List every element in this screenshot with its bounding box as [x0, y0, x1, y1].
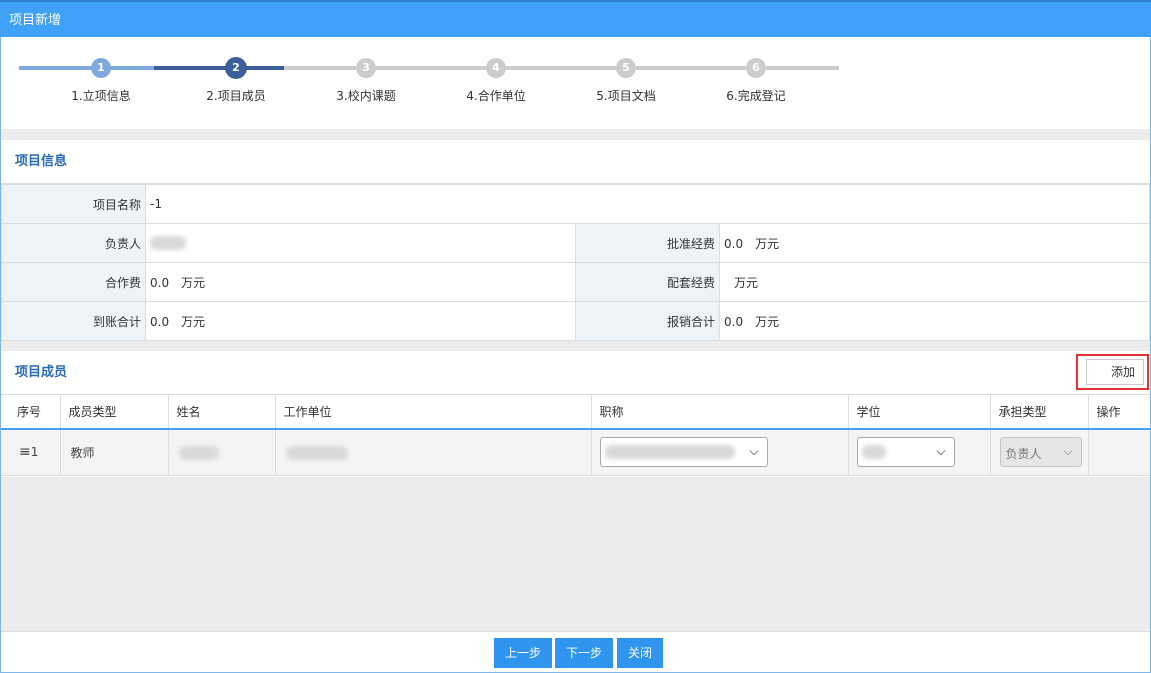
step-2-label[interactable]: 2.项目成员	[176, 87, 296, 104]
step-3-label[interactable]: 3.校内课题	[306, 87, 426, 104]
close-button[interactable]: 关闭	[617, 638, 663, 668]
stepper: 1 2 3 4 5 6 1.立项信息 2.项目成员 3.校内课题 4.合作单位 …	[1, 37, 1150, 129]
footer-bar: 上一步 下一步 关闭	[1, 631, 1150, 672]
title-select[interactable]: ⌵	[599, 437, 768, 468]
approved-funds-cell: 0.0 万元	[719, 223, 1150, 263]
coop-fee-value: 0.0	[150, 275, 170, 290]
redacted-unit	[285, 445, 348, 460]
window-title: 项目新增	[0, 0, 1151, 37]
prev-step-button[interactable]: 上一步	[494, 638, 552, 668]
reimbursed-total-value: 0.0	[724, 314, 744, 329]
reimbursed-total-cell: 0.0 万元	[719, 301, 1150, 341]
unit-label: 万元	[181, 314, 206, 329]
step-line-done	[19, 66, 154, 70]
chevron-down-icon: ⌵	[749, 444, 759, 459]
col-member-type: 成员类型	[60, 395, 169, 430]
col-role-type: 承担类型	[990, 395, 1089, 430]
col-degree: 学位	[848, 395, 991, 430]
leader-value	[145, 223, 576, 263]
row-index: 1	[30, 445, 39, 460]
col-title: 职称	[591, 395, 849, 430]
redacted-name	[178, 445, 219, 460]
project-info-panel: 项目信息 项目名称 -1 负责人 批准经费 0.0 万元 合作费 0.0 万元 配套…	[1, 140, 1150, 341]
received-total-value: 0.0	[150, 314, 170, 329]
next-step-button[interactable]: 下一步	[555, 638, 613, 668]
drag-handle-icon[interactable]: ≡	[19, 444, 31, 460]
reimbursed-total-label: 报销合计	[575, 301, 720, 341]
table-header-row: 序号 成员类型 姓名 工作单位 职称 学位 承担类型 操作	[1, 395, 1150, 430]
project-info-title: 项目信息	[1, 140, 1150, 184]
matching-funds-label: 配套经费	[575, 262, 720, 302]
step-6-label[interactable]: 6.完成登记	[696, 87, 816, 104]
step-4-label[interactable]: 4.合作单位	[436, 87, 556, 104]
member-type: 教师	[60, 429, 169, 476]
matching-funds-cell: 万元	[719, 262, 1150, 302]
step-4-dot[interactable]: 4	[486, 58, 506, 78]
actions-cell	[1088, 429, 1150, 476]
col-name: 姓名	[168, 395, 276, 430]
leader-label: 负责人	[1, 223, 146, 263]
table-row: ≡1 教师 ⌵ ⌵ 负责人 ⌵	[1, 429, 1150, 476]
step-3-dot[interactable]: 3	[356, 58, 376, 78]
redacted-degree	[861, 445, 886, 460]
received-total-label: 到账合计	[1, 301, 146, 341]
received-total-cell: 0.0 万元	[145, 301, 576, 341]
redacted-title	[604, 445, 735, 460]
degree-cell: ⌵	[848, 429, 991, 476]
members-table: 序号 成员类型 姓名 工作单位 职称 学位 承担类型 操作 ≡1 教师 ⌵ ⌵ …	[1, 395, 1150, 476]
chevron-down-icon: ⌵	[936, 444, 946, 459]
step-5-dot[interactable]: 5	[616, 58, 636, 78]
project-name-label: 项目名称	[1, 184, 146, 224]
unit-label: 万元	[755, 314, 780, 329]
project-info-table: 项目名称 -1 负责人 批准经费 0.0 万元 合作费 0.0 万元 配套经费 万元…	[1, 184, 1150, 341]
members-panel: 项目成员 添加 序号 成员类型 姓名 工作单位 职称 学位 承担类型 操作 ≡1…	[1, 351, 1150, 477]
step-1-label[interactable]: 1.立项信息	[41, 87, 161, 104]
role-type-cell: 负责人 ⌵	[990, 429, 1089, 476]
step-2-dot[interactable]: 2	[225, 57, 247, 79]
role-type-value: 负责人	[1005, 447, 1042, 462]
step-line-active	[154, 66, 284, 70]
step-5-label[interactable]: 5.项目文档	[566, 87, 686, 104]
unit-label: 万元	[734, 275, 759, 290]
redacted-name	[150, 236, 186, 251]
col-work-unit: 工作单位	[275, 395, 592, 430]
row-index-cell: ≡1	[1, 429, 61, 476]
member-work-unit	[275, 429, 592, 476]
coop-fee-label: 合作费	[1, 262, 146, 302]
col-actions: 操作	[1088, 395, 1150, 430]
step-6-dot[interactable]: 6	[746, 58, 766, 78]
add-highlight: 添加	[1076, 354, 1149, 390]
unit-label: 万元	[181, 275, 206, 290]
step-1-dot[interactable]: 1	[91, 58, 111, 78]
title-cell: ⌵	[591, 429, 849, 476]
project-name-value: -1	[145, 184, 1150, 224]
member-name	[168, 429, 276, 476]
chevron-down-icon: ⌵	[1063, 444, 1073, 459]
degree-select[interactable]: ⌵	[856, 437, 955, 468]
unit-label: 万元	[755, 236, 780, 251]
approved-funds-label: 批准经费	[575, 223, 720, 263]
coop-fee-cell: 0.0 万元	[145, 262, 576, 302]
approved-funds-value: 0.0	[724, 236, 744, 251]
col-index: 序号	[1, 395, 61, 430]
role-type-select[interactable]: 负责人 ⌵	[999, 437, 1082, 468]
members-title: 项目成员	[1, 351, 1150, 395]
add-member-button[interactable]: 添加	[1086, 359, 1144, 385]
